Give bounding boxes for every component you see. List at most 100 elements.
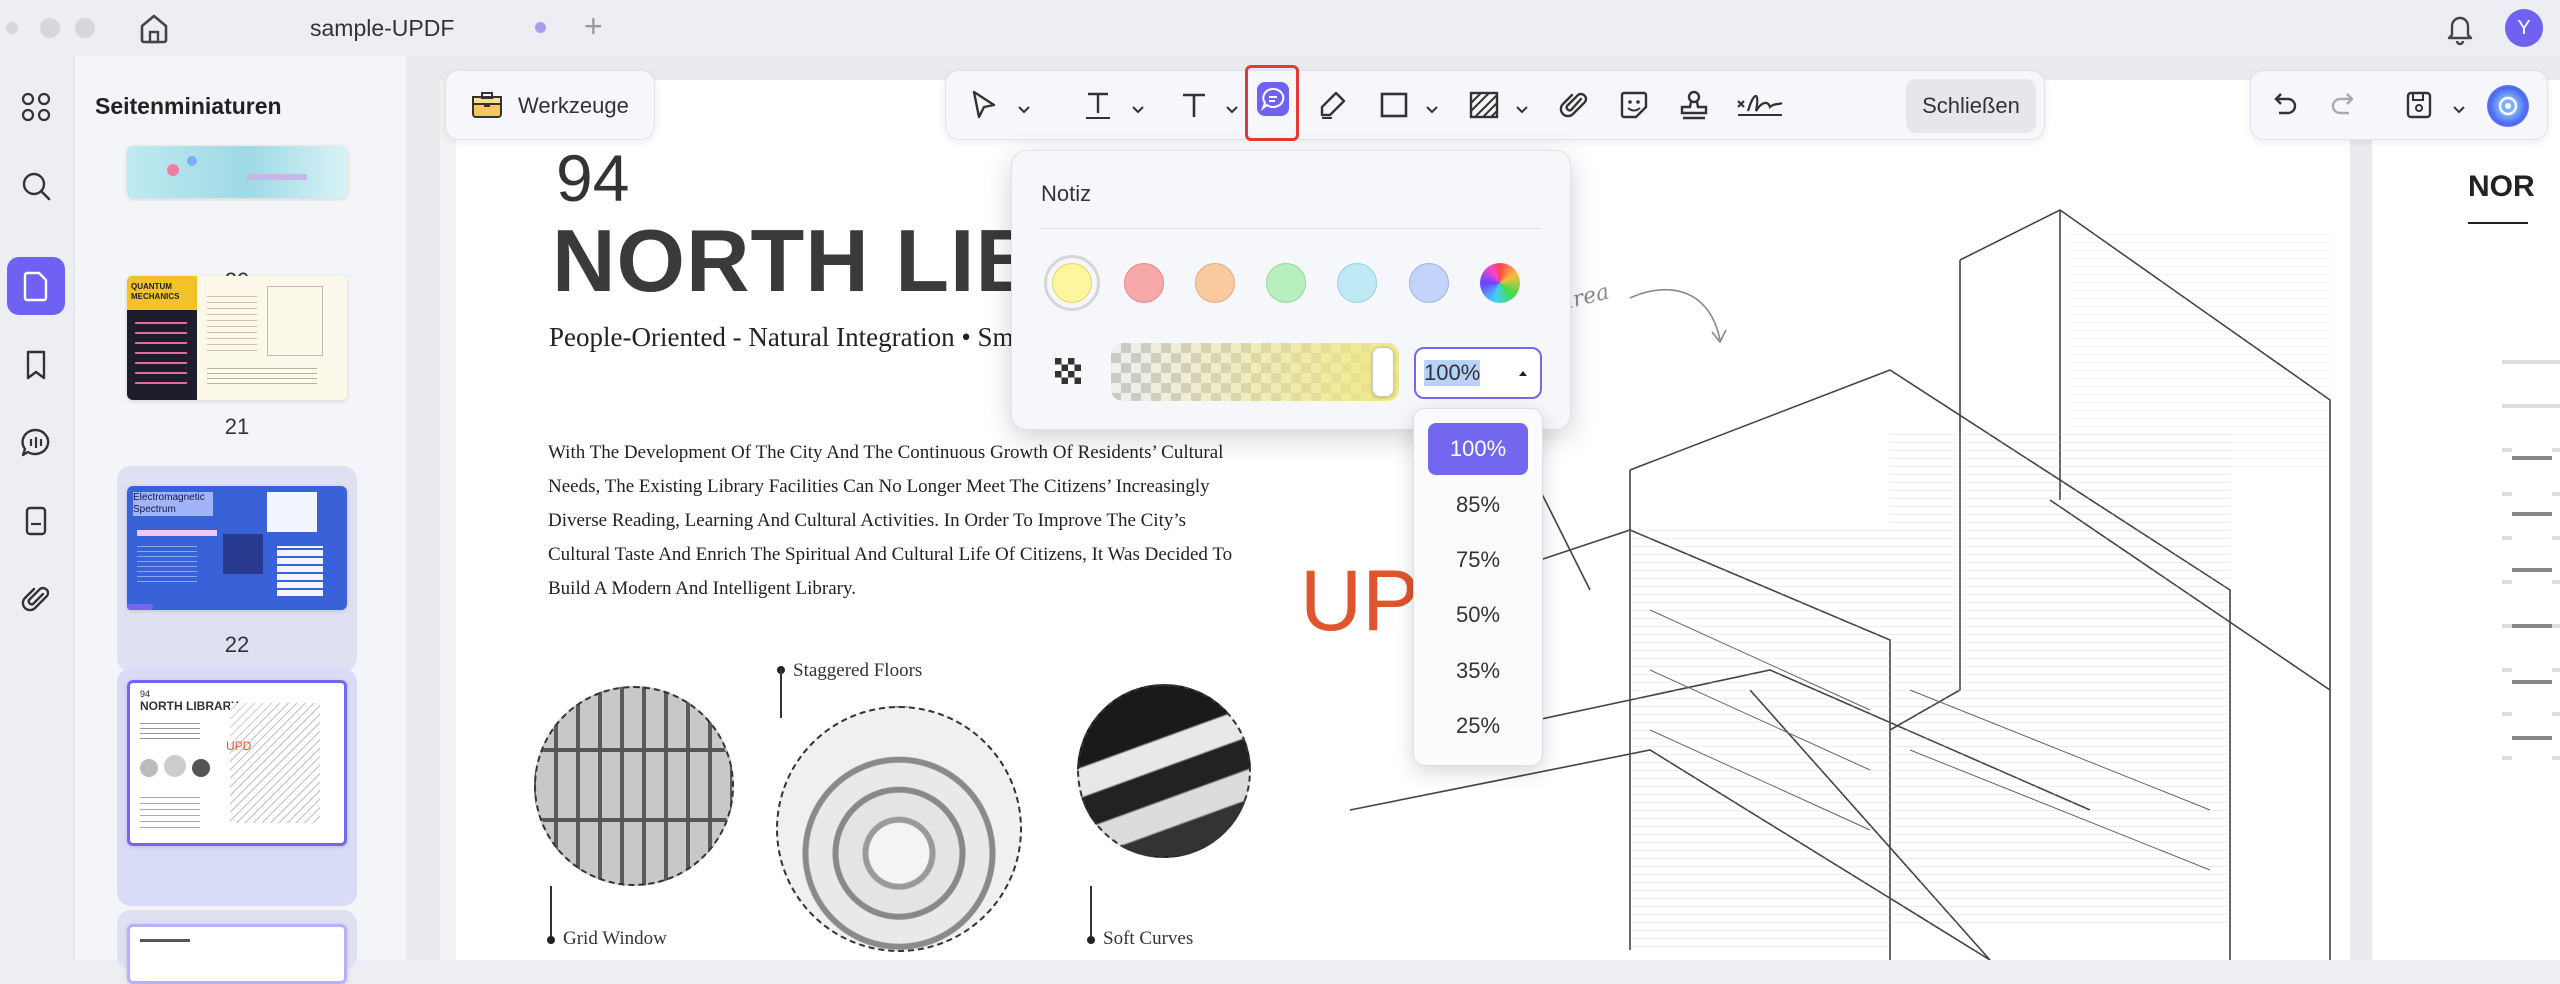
opacity-option[interactable]: 85% (1428, 479, 1528, 531)
chevron-down-icon[interactable] (1514, 101, 1530, 117)
pdf-page-next: NOR (2372, 80, 2560, 960)
chevron-down-icon[interactable] (1424, 101, 1440, 117)
opacity-option[interactable]: 25% (1428, 700, 1528, 752)
thumbnail-image: QUANTUM MECHANICS (127, 276, 347, 400)
thumbnail-page-22[interactable]: Electromagnetic Spectrum 22 (117, 466, 357, 672)
text-tool[interactable] (1174, 85, 1214, 125)
rail-search[interactable] (7, 157, 65, 215)
annotation-toolbar: Schließen (945, 65, 2045, 141)
document-tab[interactable]: sample-UPDF (210, 0, 560, 56)
thumbnail-heading: Electromagnetic Spectrum (133, 492, 213, 516)
toolbox-icon (472, 92, 502, 118)
attachment-tool[interactable] (1554, 85, 1594, 125)
cursor-icon (972, 90, 996, 119)
opacity-option[interactable]: 35% (1428, 645, 1528, 697)
title-bar: sample-UPDF + Y (0, 0, 2560, 56)
window-zoom-button[interactable] (75, 18, 95, 38)
caption-line (780, 668, 782, 718)
page-title: NORTH LIB (552, 211, 1041, 310)
new-tab-button[interactable]: + (584, 8, 603, 45)
color-swatch-red[interactable] (1124, 263, 1164, 303)
history-toolbar (2250, 70, 2548, 140)
opacity-option[interactable]: 100% (1428, 423, 1528, 475)
rail-attachments[interactable] (7, 570, 65, 628)
thumbnail-heading: QUANTUM MECHANICS (131, 282, 180, 301)
opacity-slider-handle[interactable] (1372, 347, 1394, 397)
hatch-icon (1469, 91, 1499, 119)
color-swatch-cyan[interactable] (1337, 263, 1377, 303)
paperclip-icon (21, 586, 50, 612)
sidebar-title: Seitenminiaturen (95, 93, 282, 119)
save-button[interactable] (2399, 85, 2439, 125)
close-toolbar-button[interactable]: Schließen (1906, 79, 2036, 133)
window-close-button[interactable] (6, 22, 18, 34)
caption-soft-curves: Soft Curves (1103, 928, 1194, 949)
rail-pages[interactable] (7, 257, 65, 315)
page-body-text: With The Development Of The City And The… (548, 442, 1233, 599)
rectangle-tool[interactable] (1374, 85, 1414, 125)
opacity-select[interactable]: 100% (1414, 347, 1542, 399)
window-minimize-button[interactable] (40, 18, 60, 38)
redo-button[interactable] (2325, 85, 2365, 125)
comment-icon (21, 428, 50, 457)
chevron-down-icon[interactable] (2451, 101, 2467, 117)
color-swatch-custom[interactable] (1480, 263, 1520, 303)
select-tool[interactable] (964, 85, 1004, 125)
chevron-down-icon[interactable] (1224, 101, 1240, 117)
tools-button[interactable]: Werkzeuge (446, 71, 656, 141)
photo-soft-curves (1077, 684, 1251, 858)
opacity-option[interactable]: 75% (1428, 534, 1528, 586)
thumbnail-page-21[interactable]: QUANTUM MECHANICS 21 (117, 276, 357, 496)
text-underline-tool[interactable] (1078, 85, 1118, 125)
caption-line (1090, 886, 1092, 938)
stamp-icon (1680, 90, 1708, 120)
rectangle-icon (1380, 92, 1408, 118)
opacity-slider[interactable] (1111, 343, 1399, 401)
home-icon[interactable] (134, 8, 174, 48)
rail-bookmarks[interactable] (7, 336, 65, 394)
thumbnail-page-23[interactable]: 94 NORTH LIBRARY UPD 23 (117, 668, 357, 947)
signature-tool[interactable] (1734, 85, 1786, 125)
color-swatch-blue[interactable] (1409, 263, 1449, 303)
sticker-tool[interactable] (1614, 85, 1654, 125)
sticker-icon (1620, 91, 1648, 119)
opacity-value: 100% (1424, 360, 1481, 386)
highlighter-tool[interactable] (1312, 85, 1352, 125)
save-icon (2406, 91, 2432, 119)
thumbnail-heading: NORTH LIBRARY (140, 699, 239, 713)
rail-thumbnails-grid[interactable] (7, 78, 65, 136)
thumbnail-label: 21 (224, 414, 250, 439)
note-tool[interactable] (1245, 65, 1299, 141)
page-icon (23, 271, 48, 302)
bell-icon[interactable] (2440, 8, 2480, 48)
caption-staggered-floors: Staggered Floors (793, 660, 923, 681)
close-label: Schließen (1922, 93, 2020, 118)
color-swatch-green[interactable] (1266, 263, 1306, 303)
text-underline-icon (1086, 92, 1110, 119)
chevron-down-icon[interactable] (1130, 101, 1146, 117)
undo-button[interactable] (2263, 85, 2303, 125)
rail-attachments-pages[interactable] (7, 492, 65, 550)
photo-grid-window (534, 686, 734, 886)
text-icon (1183, 93, 1205, 117)
stamp-tool[interactable] (1674, 85, 1714, 125)
tools-panel: Werkzeuge (445, 70, 655, 140)
color-swatch-orange[interactable] (1195, 263, 1235, 303)
thumbnail-sidebar: Seitenminiaturen 20 QUANTUM MECHANICS 21… (74, 56, 406, 984)
avatar[interactable]: Y (2505, 9, 2543, 47)
photo-staggered-floors (776, 706, 1022, 952)
chevron-down-icon[interactable] (1016, 101, 1032, 117)
search-icon (22, 172, 51, 201)
thumbnail-image (127, 924, 347, 984)
ai-assistant-button[interactable] (2487, 85, 2529, 127)
left-rail (0, 56, 74, 960)
rail-comments[interactable] (7, 414, 65, 472)
thumbnail-page-24[interactable] (117, 910, 357, 984)
grid-icon (21, 92, 51, 122)
caret-up-icon (1519, 371, 1527, 376)
ai-assistant-icon (2498, 96, 2518, 116)
opacity-option[interactable]: 50% (1428, 589, 1528, 641)
note-icon (1260, 87, 1285, 111)
area-hatch-tool[interactable] (1464, 85, 1504, 125)
opacity-dropdown-list: 100% 85% 75% 50% 35% 25% (1413, 408, 1543, 766)
